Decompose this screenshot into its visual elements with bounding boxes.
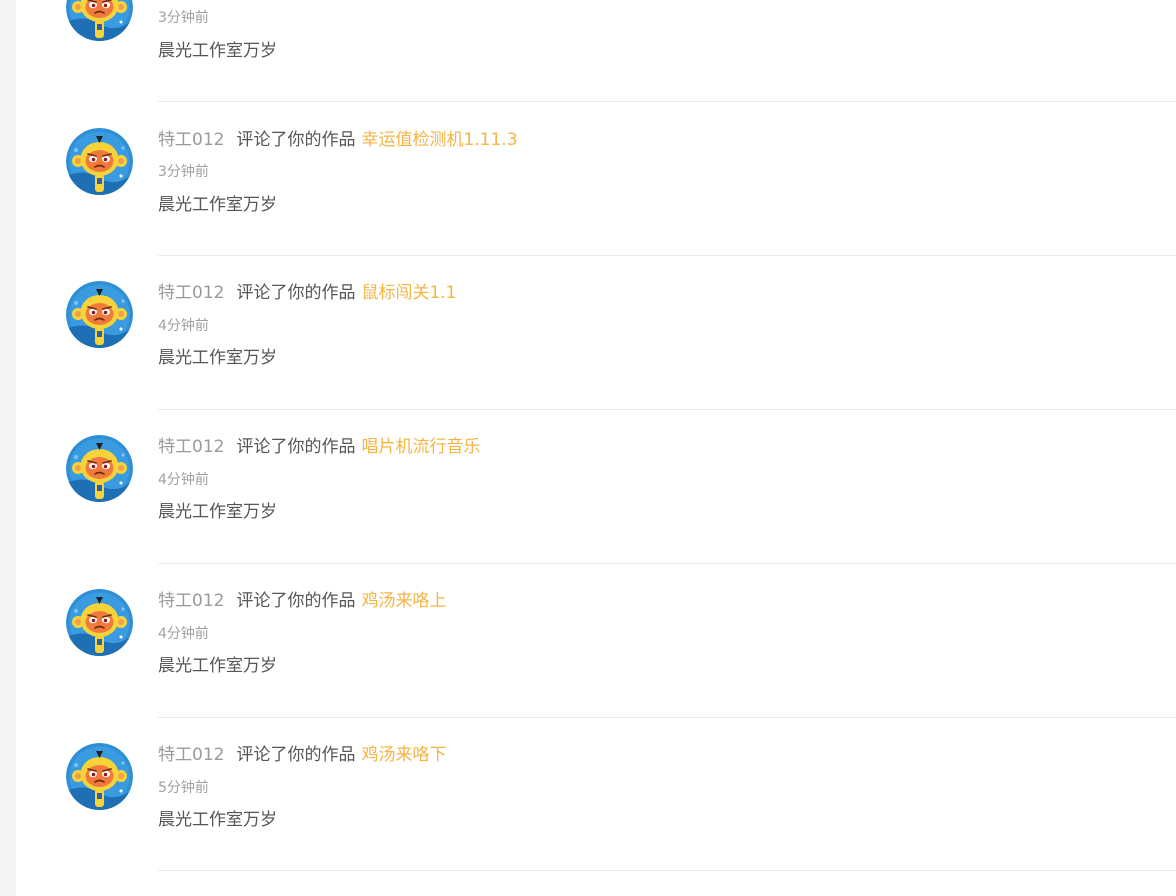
comment-text: 晨光工作室万岁: [158, 348, 277, 368]
action-text: 评论了你的作品: [236, 437, 356, 457]
work-title-link[interactable]: 鼠标闯关1.1: [361, 283, 456, 303]
user-name-link[interactable]: 特工012: [158, 283, 224, 303]
monkey-avatar-icon: [66, 128, 133, 195]
work-title-link[interactable]: 唱片机流行音乐: [361, 437, 480, 457]
user-avatar[interactable]: [66, 0, 133, 41]
notification-headline: 特工012 评论了你的作品 唱片机流行音乐: [158, 435, 480, 459]
comment-text: 晨光工作室万岁: [158, 502, 277, 522]
divider: [158, 717, 1176, 718]
divider: [158, 101, 1176, 102]
timestamp: 3分钟前: [158, 164, 209, 180]
action-text: 评论了你的作品: [236, 130, 356, 150]
notification-item: 特工012 评论了你的作品 鸡汤来咯下 5分钟前 晨光工作室万岁: [16, 733, 1176, 887]
notification-headline: 特工012 评论了你的作品 鸡汤来咯上: [158, 589, 446, 613]
divider: [158, 563, 1176, 564]
user-name-link[interactable]: 特工012: [158, 591, 224, 611]
comment-text: 晨光工作室万岁: [158, 195, 277, 215]
notification-item: 特工012 评论了你的作品 鼠标闯关1.1 4分钟前 晨光工作室万岁: [16, 271, 1176, 425]
monkey-avatar-icon: [66, 589, 133, 656]
comment-text: 晨光工作室万岁: [158, 810, 277, 830]
comment-text: 晨光工作室万岁: [158, 41, 277, 61]
notification-headline: 特工012 评论了你的作品 鼠标闯关1.1: [158, 281, 457, 305]
user-avatar[interactable]: [66, 435, 133, 502]
user-avatar[interactable]: [66, 743, 133, 810]
timestamp: 5分钟前: [158, 780, 209, 796]
notification-headline: 特工012 评论了你的作品 鸡汤来咯下: [158, 743, 446, 767]
monkey-avatar-icon: [66, 0, 133, 41]
notification-item: 3分钟前 晨光工作室万岁: [16, 0, 1176, 102]
user-name-link[interactable]: 特工012: [158, 130, 224, 150]
work-title-link[interactable]: 鸡汤来咯上: [361, 591, 446, 611]
user-avatar[interactable]: [66, 128, 133, 195]
divider: [158, 255, 1176, 256]
work-title-link[interactable]: 幸运值检测机1.11.3: [361, 130, 517, 150]
notification-item: 特工012 评论了你的作品 鸡汤来咯上 4分钟前 晨光工作室万岁: [16, 579, 1176, 733]
comment-text: 晨光工作室万岁: [158, 656, 277, 676]
divider: [158, 870, 1176, 871]
divider: [158, 409, 1176, 410]
user-avatar[interactable]: [66, 589, 133, 656]
monkey-avatar-icon: [66, 281, 133, 348]
work-title-link[interactable]: 鸡汤来咯下: [361, 745, 446, 765]
monkey-avatar-icon: [66, 743, 133, 810]
timestamp: 4分钟前: [158, 472, 209, 488]
user-name-link[interactable]: 特工012: [158, 437, 224, 457]
notification-item: 特工012 评论了你的作品 唱片机流行音乐 4分钟前 晨光工作室万岁: [16, 425, 1176, 579]
timestamp: 3分钟前: [158, 10, 209, 26]
timestamp: 4分钟前: [158, 626, 209, 642]
notification-headline: 特工012 评论了你的作品 幸运值检测机1.11.3: [158, 128, 518, 152]
notification-item: 特工012 评论了你的作品 幸运值检测机1.11.3 3分钟前 晨光工作室万岁: [16, 118, 1176, 272]
notification-page: 3分钟前 晨光工作室万岁 特工012 评论了你的作品 幸运值检测机1.11.3 3分…: [16, 0, 1176, 896]
action-text: 评论了你的作品: [236, 283, 356, 303]
action-text: 评论了你的作品: [236, 745, 356, 765]
action-text: 评论了你的作品: [236, 591, 356, 611]
user-avatar[interactable]: [66, 281, 133, 348]
timestamp: 4分钟前: [158, 318, 209, 334]
user-name-link[interactable]: 特工012: [158, 745, 224, 765]
monkey-avatar-icon: [66, 435, 133, 502]
